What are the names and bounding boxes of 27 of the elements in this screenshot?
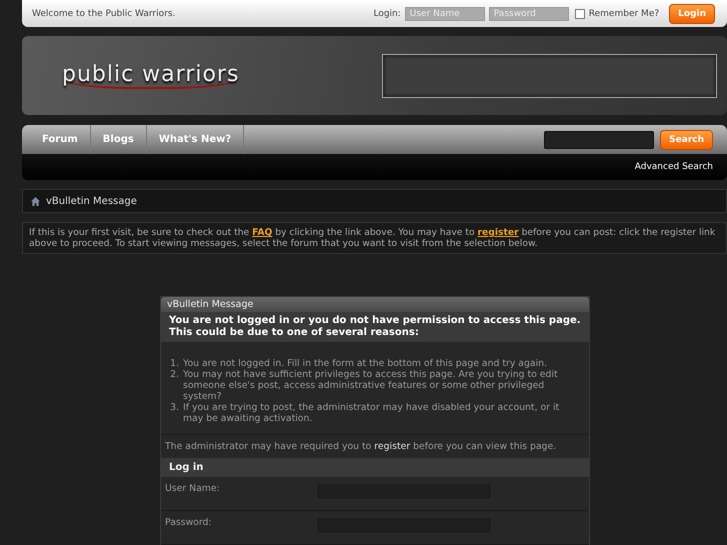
field-label: Password: (165, 517, 213, 528)
username-field[interactable]: User Name (404, 6, 485, 20)
register-link[interactable]: register (374, 441, 410, 452)
breadcrumb-title: vBulletin Message (46, 196, 137, 206)
notice-text: If this is your first visit, be sure to check out the FAQ by clicking the link above. You may have to register before you can post: click the register link above to proceed. To start viewing messages, select the forum that you want to visit from the selection below. (22, 222, 727, 254)
register-note: The administrator may have required you to register before you can view this page. (164, 440, 558, 454)
remember-checkbox[interactable] (574, 8, 585, 18)
site-logo[interactable]: public warriors (62, 62, 240, 89)
remember-label: Remember Me? (588, 8, 660, 18)
login-heading: Log in (161, 458, 589, 477)
list-number: 1. (169, 358, 179, 369)
reason-text: If you are trying to post, the administrator may have disabled your account, or it may be awaiting activation. (183, 402, 560, 424)
home-icon[interactable] (31, 196, 40, 206)
advanced-search-link[interactable]: Advanced Search (634, 162, 713, 172)
register-link[interactable]: register (478, 227, 519, 238)
password-field[interactable]: Password (488, 6, 569, 20)
login-label: Login: (373, 8, 401, 18)
message-title: vBulletin Message (161, 297, 589, 312)
faq-link[interactable]: FAQ (252, 227, 272, 238)
welcome-text: Welcome to the Public Warriors. (32, 8, 176, 18)
message-heading: You are not logged in or you do not have permission to access this page. This could be due to one of several reasons: (161, 312, 589, 342)
reason-text: You are not logged in. Fill in the form at the bottom of this page and try again. (183, 358, 548, 369)
reason-text: You may not have sufficient privileges to access this page. Are you trying to edit someone else's post, access administrative features or some other privileged system? (183, 369, 559, 402)
search-field[interactable] (544, 130, 654, 148)
list-number: 3. (169, 402, 179, 415)
list-number: 2. (169, 369, 179, 382)
field-label: User Name: (165, 483, 221, 494)
